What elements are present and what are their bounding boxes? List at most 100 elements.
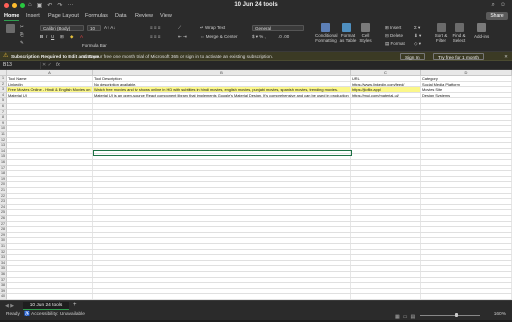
cell[interactable] <box>351 227 421 232</box>
cell[interactable]: Watch free movies and tv shows online in… <box>93 87 351 92</box>
cell[interactable] <box>421 143 512 148</box>
cut-icon[interactable]: ✂ <box>20 24 24 30</box>
cell[interactable] <box>93 216 351 221</box>
cell[interactable] <box>351 188 421 193</box>
share-button[interactable]: Share <box>486 12 508 20</box>
cell[interactable] <box>351 160 421 165</box>
cell[interactable] <box>93 109 351 115</box>
tab-page-layout[interactable]: Page Layout <box>48 13 79 19</box>
cell[interactable] <box>93 227 351 232</box>
tab-insert[interactable]: Insert <box>26 13 40 19</box>
cell[interactable] <box>93 115 351 120</box>
cancel-icon[interactable]: ✕ ✓ <box>42 61 52 70</box>
insert-cells-button[interactable]: ⊞ Insert <box>385 25 401 31</box>
cell[interactable] <box>93 294 351 299</box>
cell[interactable] <box>351 193 421 199</box>
font-color-icon[interactable]: A <box>80 34 83 39</box>
cell[interactable] <box>351 148 421 154</box>
cell[interactable] <box>421 283 512 288</box>
paste-icon[interactable] <box>6 24 15 33</box>
cell[interactable] <box>7 182 93 187</box>
cell[interactable] <box>351 249 421 255</box>
cell[interactable] <box>7 104 93 109</box>
cell[interactable] <box>351 143 421 148</box>
cell[interactable] <box>351 109 421 115</box>
zoom-slider[interactable] <box>420 314 480 316</box>
cell[interactable]: https://mui.com/material-ui/ <box>351 92 421 98</box>
cell[interactable] <box>93 165 351 171</box>
cell[interactable] <box>7 244 93 249</box>
tab-review[interactable]: Review <box>135 13 153 19</box>
borders-icon[interactable]: ⊞ <box>60 34 64 40</box>
cell[interactable] <box>7 260 93 266</box>
cell[interactable] <box>7 199 93 204</box>
cell[interactable] <box>421 171 512 176</box>
cell[interactable] <box>93 120 351 126</box>
cell[interactable]: URL <box>351 76 421 81</box>
cell[interactable] <box>7 115 93 120</box>
decimal-icon[interactable]: .0 .00 <box>278 34 289 39</box>
cell[interactable] <box>351 165 421 171</box>
cell[interactable] <box>7 277 93 283</box>
cell[interactable] <box>93 272 351 277</box>
cell[interactable] <box>421 104 512 109</box>
format-painter-icon[interactable]: ✎ <box>20 40 24 46</box>
cell[interactable] <box>421 255 512 260</box>
cell[interactable] <box>93 260 351 266</box>
cell[interactable] <box>93 176 351 182</box>
cell[interactable] <box>351 176 421 182</box>
cell[interactable] <box>351 104 421 109</box>
cell[interactable] <box>7 120 93 126</box>
format-as-table-button[interactable]: Format as Table <box>338 33 358 44</box>
cell[interactable] <box>93 244 351 249</box>
orientation-icon[interactable]: ⟋ <box>178 25 181 30</box>
cell[interactable] <box>93 98 351 103</box>
conditional-formatting-button[interactable]: Conditional Formatting <box>315 33 338 44</box>
cell[interactable] <box>351 115 421 120</box>
cell[interactable] <box>421 188 512 193</box>
align-left-icon[interactable]: ≡ ≡ ≡ <box>150 34 160 39</box>
cell[interactable]: Tool Name <box>7 76 93 81</box>
align-top-icon[interactable]: ≡ ≡ ≡ <box>150 25 160 30</box>
indent-icon[interactable]: ⇤ ⇥ <box>178 34 187 40</box>
cell[interactable] <box>7 249 93 255</box>
cell[interactable] <box>421 120 512 126</box>
cell[interactable] <box>93 193 351 199</box>
spreadsheet-grid[interactable]: A B C D 1 Tool Name Tool Description URL Cat… <box>0 70 512 300</box>
font-grow-icon[interactable]: A↑ A↓ <box>104 25 116 30</box>
cell[interactable] <box>93 232 351 238</box>
cell[interactable] <box>93 132 351 137</box>
copy-icon[interactable]: ⎘ <box>20 32 24 37</box>
cell[interactable] <box>93 199 351 204</box>
italic-icon[interactable]: I <box>46 34 47 39</box>
cell[interactable] <box>93 188 351 193</box>
sort-filter-button[interactable]: Sort & Filter <box>433 33 449 44</box>
cell[interactable] <box>421 288 512 294</box>
format-cells-button[interactable]: ▤ Format <box>385 41 405 47</box>
cell[interactable] <box>93 238 351 243</box>
cell[interactable] <box>421 277 512 283</box>
cell[interactable] <box>93 255 351 260</box>
sheet-nav-arrows-icon[interactable]: ◀ ▶ <box>5 303 14 309</box>
cell[interactable]: Tool Description <box>93 76 351 81</box>
cell[interactable] <box>93 283 351 288</box>
cell[interactable]: Material UI <box>7 92 93 98</box>
cell[interactable] <box>93 210 351 215</box>
cell[interactable] <box>351 277 421 283</box>
font-name-select[interactable]: Calibri (Body) <box>40 25 84 31</box>
font-size-select[interactable]: 10 <box>87 25 101 31</box>
cell[interactable]: https://www.linkedin.com/feed/ <box>351 81 421 87</box>
cell[interactable] <box>421 98 512 103</box>
cell[interactable] <box>351 294 421 299</box>
cell[interactable] <box>351 126 421 131</box>
cell[interactable] <box>351 98 421 103</box>
cell[interactable] <box>351 238 421 243</box>
cell[interactable] <box>7 238 93 243</box>
cell[interactable] <box>421 221 512 227</box>
bold-icon[interactable]: B <box>40 34 43 39</box>
cell[interactable] <box>7 204 93 210</box>
sign-in-button[interactable]: Sign In <box>400 53 425 60</box>
cell[interactable] <box>7 216 93 221</box>
cell[interactable] <box>421 109 512 115</box>
tab-view[interactable]: View <box>160 13 172 19</box>
